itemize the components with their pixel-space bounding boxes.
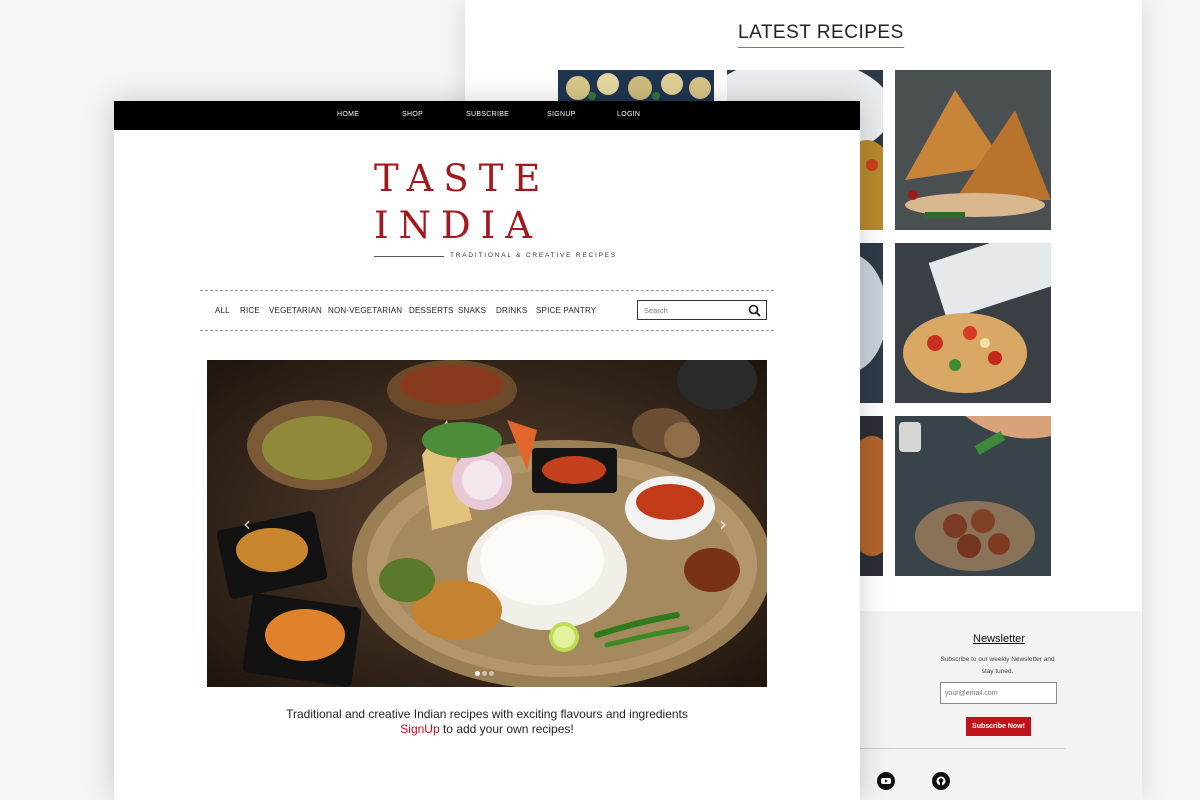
logo-line-2: INDIA xyxy=(374,204,542,247)
intro-tagline: Traditional and creative Indian recipes … xyxy=(286,707,688,721)
newsletter-description: Subscribe to our weekly Newsletter and s… xyxy=(940,656,1055,675)
nav-login[interactable]: LOGIN xyxy=(617,111,640,118)
nav-home[interactable]: HOME xyxy=(337,111,359,118)
hero-thali-image xyxy=(207,360,767,687)
category-spice-pantry[interactable]: SPICE PANTRY xyxy=(536,306,596,315)
search-icon[interactable] xyxy=(748,304,761,317)
front-page: HOME SHOP SUBSCRIBE SIGNUP LOGIN TASTE I… xyxy=(114,101,860,800)
carousel-dot-1[interactable] xyxy=(475,671,480,676)
category-non-vegetarian[interactable]: NON-VEGETARIAN xyxy=(328,306,402,315)
logo-line-1: TASTE xyxy=(374,157,551,200)
nav-subscribe[interactable]: SUBSCRIBE xyxy=(466,111,509,118)
category-all[interactable]: ALL xyxy=(215,306,230,315)
carousel-next-icon[interactable]: › xyxy=(719,512,727,536)
carousel-dot-2[interactable] xyxy=(482,671,487,676)
category-bar: ALL RICE VEGETARIAN NON-VEGETARIAN DESSE… xyxy=(200,290,774,331)
category-vegetarian[interactable]: VEGETARIAN xyxy=(269,306,322,315)
logo-tagline: TRADITIONAL & CREATIVE RECIPES xyxy=(450,252,618,259)
hero-carousel: ‹ › xyxy=(207,360,767,687)
newsletter-email-input[interactable] xyxy=(940,682,1057,704)
carousel-dots xyxy=(475,663,496,681)
recipe-photo-chaat[interactable] xyxy=(895,243,1051,403)
search-input[interactable] xyxy=(638,301,738,319)
recipe-photo-kofta[interactable] xyxy=(895,416,1051,576)
search-box xyxy=(637,300,767,320)
category-snaks[interactable]: SNAKS xyxy=(458,306,486,315)
latest-recipes-title: LATEST RECIPES xyxy=(738,22,904,48)
footer-divider xyxy=(845,748,1065,749)
top-nav: HOME SHOP SUBSCRIBE SIGNUP LOGIN xyxy=(114,101,860,130)
category-rice[interactable]: RICE xyxy=(240,306,260,315)
category-drinks[interactable]: DRINKS xyxy=(496,306,527,315)
nav-shop[interactable]: SHOP xyxy=(402,111,423,118)
youtube-icon[interactable] xyxy=(877,772,895,790)
intro-signup-line: SignUp to add your own recipes! xyxy=(114,722,860,736)
newsletter-title: Newsletter xyxy=(973,633,1025,645)
logo-rule xyxy=(374,256,444,257)
signup-rest-text: to add your own recipes! xyxy=(439,722,574,736)
carousel-prev-icon[interactable]: ‹ xyxy=(243,512,251,536)
recipe-photo-samosa[interactable] xyxy=(895,70,1051,230)
category-desserts[interactable]: DESSERTS xyxy=(409,306,454,315)
nav-signup[interactable]: SIGNUP xyxy=(547,111,576,118)
subscribe-button[interactable]: Subscribe Now! xyxy=(966,717,1031,736)
signup-link[interactable]: SignUp xyxy=(400,722,439,736)
github-icon[interactable] xyxy=(932,772,950,790)
carousel-dot-3[interactable] xyxy=(489,671,494,676)
